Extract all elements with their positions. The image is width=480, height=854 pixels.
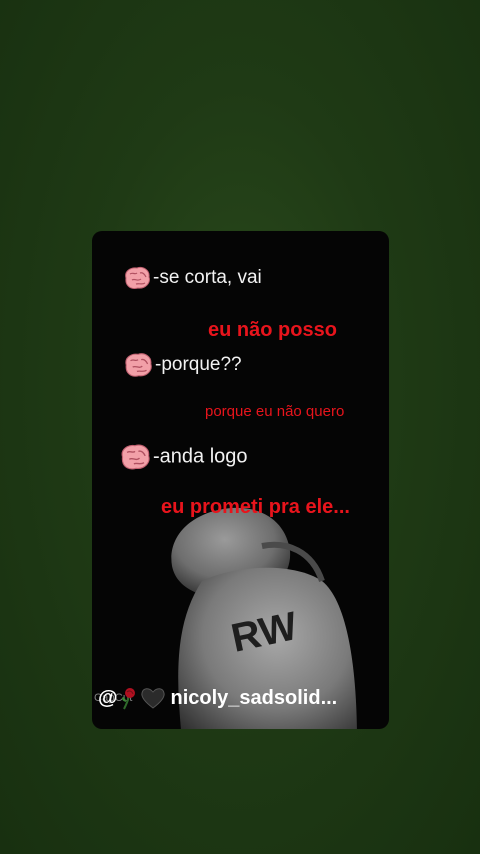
caption-line: -porque?? bbox=[122, 351, 242, 379]
at-sign: @ bbox=[98, 686, 118, 709]
brain-icon bbox=[125, 267, 150, 289]
brain-icon bbox=[121, 444, 150, 470]
caption-line: -se corta, vai bbox=[122, 265, 262, 291]
caption-line-red: eu prometi pra ele... bbox=[161, 496, 350, 519]
video-card[interactable]: RW -se corta, vai eu não posso -porque??… bbox=[92, 231, 389, 729]
username-text: nicoly_sadsolid... bbox=[170, 686, 338, 709]
caption-text: se corta, vai bbox=[159, 267, 262, 289]
caption-line: -anda logo bbox=[118, 442, 248, 472]
brain-icon bbox=[125, 353, 152, 377]
wilted-rose-icon bbox=[121, 688, 135, 710]
caption-text: porque?? bbox=[161, 354, 242, 376]
caption-line-red: porque eu não quero bbox=[205, 403, 344, 420]
caption-text: eu não posso bbox=[208, 319, 337, 341]
username-watermark[interactable]: @ nicoly_sadsolid... bbox=[98, 686, 337, 710]
caption-text: porque eu não quero bbox=[205, 403, 345, 420]
caption-line-red: eu não posso bbox=[208, 319, 337, 342]
caption-text: anda logo bbox=[159, 445, 248, 468]
black-heart-icon bbox=[140, 688, 165, 709]
caption-text: eu prometi pra ele... bbox=[161, 496, 350, 518]
